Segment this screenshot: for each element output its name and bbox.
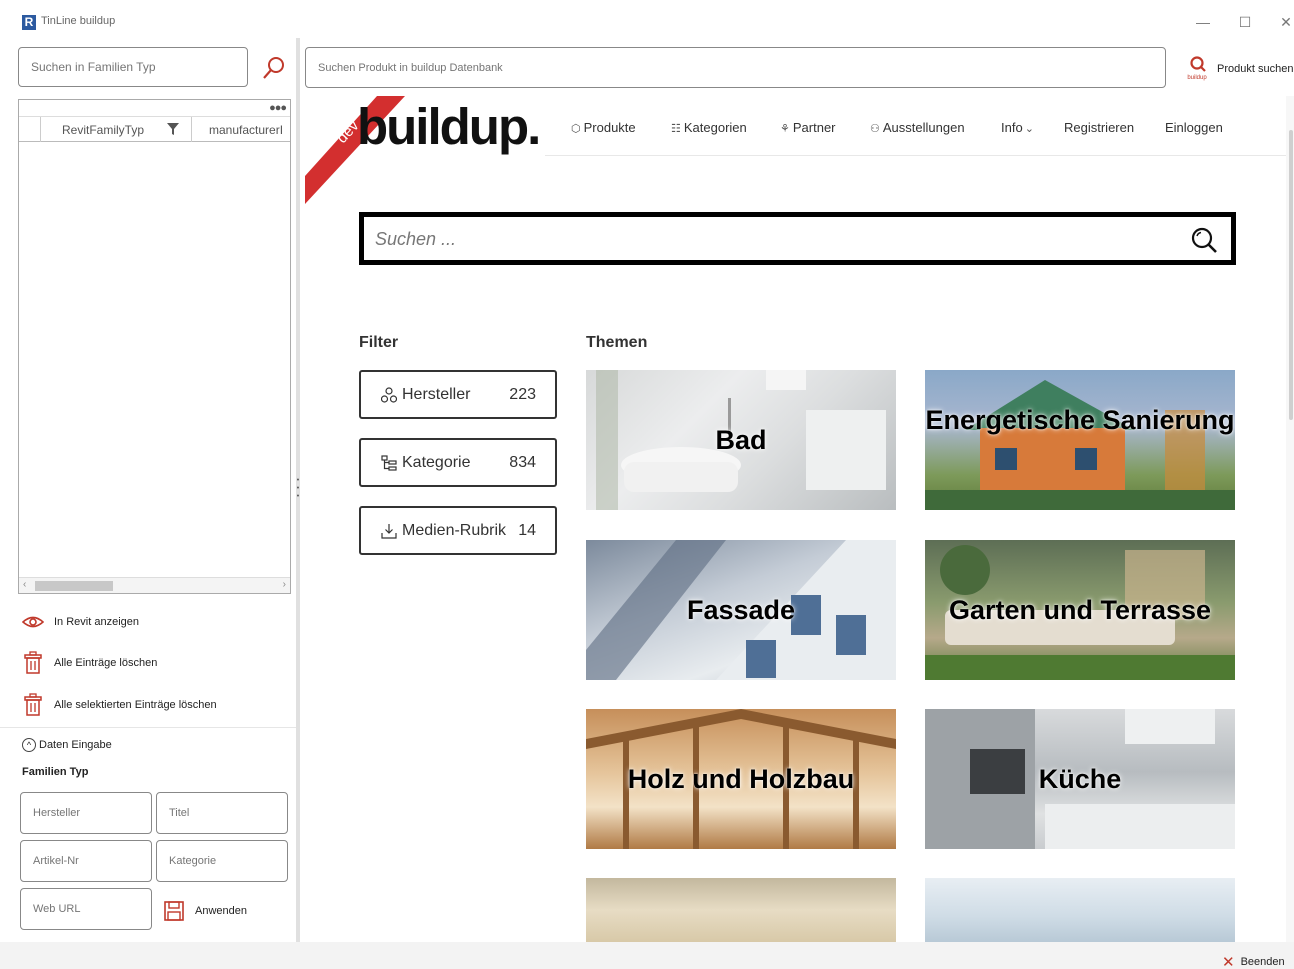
splitter-grip-icon[interactable]: • • • — [296, 477, 300, 501]
filter-heading: Filter — [359, 334, 399, 351]
bottom-bar: ✕ Beenden — [0, 942, 1294, 969]
beenden-label: Beenden — [1240, 955, 1285, 968]
scroll-left-icon[interactable]: ‹ — [23, 579, 26, 590]
theme-tile-fassade[interactable]: Fassade — [586, 540, 896, 680]
partner-icon: ⚘ — [780, 123, 790, 135]
chevron-up-icon: ^ — [22, 738, 36, 752]
theme-label-bad: Bad — [715, 425, 767, 455]
theme-label-garten-und-terrasse: Garten und Terrasse — [948, 595, 1212, 625]
buildup-search-icon: buildup — [1184, 55, 1210, 81]
product-search-label: Produkt suchen — [1217, 63, 1294, 75]
minimize-icon[interactable]: — — [1191, 10, 1215, 34]
titel-field[interactable] — [156, 792, 288, 834]
column-divider — [191, 117, 192, 142]
partner-icon — [380, 387, 398, 403]
show-in-revit-label: In Revit anzeigen — [54, 616, 139, 628]
save-icon — [164, 901, 184, 921]
web-url-field[interactable] — [20, 888, 152, 930]
medien-rubrik-count: 14 — [518, 522, 536, 539]
theme-tile-energetische-sanierung[interactable]: Energetische Sanierung — [925, 370, 1235, 510]
revit-app-icon: R — [22, 15, 36, 30]
theme-label-kueche: Küche — [1038, 764, 1122, 794]
filter-kategorie-button[interactable]: Kategorie 834 — [359, 438, 557, 487]
theme-tile-bad[interactable]: Bad — [586, 370, 896, 510]
title-bar: R TinLine buildup — ☐ ✕ — [0, 0, 1294, 44]
app-window: R TinLine buildup — ☐ ✕ ●●● RevitFamilyT… — [0, 0, 1294, 969]
nav-info[interactable]: Info ⌄ — [1001, 120, 1037, 135]
window-title: TinLine buildup — [41, 15, 116, 27]
family-type-grid[interactable]: ●●● RevitFamilyTyp manufacturerI ‹ › — [18, 99, 291, 594]
nav-einloggen[interactable]: Einloggen — [1165, 120, 1223, 135]
left-panel: ●●● RevitFamilyTyp manufacturerI ‹ › In … — [0, 44, 298, 942]
theme-tile-garten-und-terrasse[interactable]: Garten und Terrasse — [925, 540, 1235, 680]
delete-all-entries-label: Alle Einträge löschen — [54, 657, 158, 669]
grid-menu-icon[interactable]: ●●● — [269, 102, 287, 114]
magnifier-icon[interactable] — [1190, 226, 1218, 254]
themen-heading: Themen — [586, 334, 648, 351]
familien-typ-heading: Familien Typ — [22, 766, 89, 778]
theme-label-holz-und-holzbau: Holz und Holzbau — [627, 764, 855, 794]
web-vertical-scrollbar[interactable] — [1286, 96, 1294, 942]
cube-icon: ⬡ — [571, 123, 581, 135]
close-icon[interactable]: ✕ — [1274, 10, 1294, 34]
nav-registrieren[interactable]: Registrieren — [1064, 120, 1134, 135]
daten-eingabe-label: Daten Eingabe — [39, 738, 112, 751]
scrollbar-thumb[interactable] — [35, 581, 113, 591]
kategorie-count: 834 — [509, 454, 536, 471]
column-header-revitfamilytyp[interactable]: RevitFamilyTyp — [62, 123, 144, 137]
chevron-down-icon: ⌄ — [1024, 123, 1034, 135]
filter-medien-rubrik-button[interactable]: Medien-Rubrik 14 — [359, 506, 557, 555]
grid-header: RevitFamilyTyp manufacturerI — [19, 116, 290, 142]
grid-select-column[interactable] — [19, 117, 41, 142]
theme-tile-kueche[interactable]: Küche — [925, 709, 1235, 849]
nav-divider — [545, 155, 1294, 156]
category-icon — [381, 455, 397, 471]
apply-label: Anwenden — [195, 905, 247, 917]
scroll-right-icon[interactable]: › — [283, 579, 286, 590]
daten-eingabe-toggle[interactable]: ^ Daten Eingabe — [22, 738, 112, 752]
artikel-nr-field[interactable] — [20, 840, 152, 882]
filter-icon[interactable] — [167, 123, 179, 135]
horizontal-scrollbar[interactable]: ‹ › — [19, 577, 290, 593]
eye-icon — [21, 610, 45, 634]
nav-ausstellungen[interactable]: ⚇ Ausstellungen — [870, 120, 965, 135]
nav-produkte[interactable]: ⬡ Produkte — [571, 120, 636, 135]
filter-hersteller-button[interactable]: Hersteller 223 — [359, 370, 557, 419]
theme-tile-holz-und-holzbau[interactable]: Holz und Holzbau — [586, 709, 896, 849]
theme-tile-partial-2[interactable] — [925, 878, 1235, 942]
beenden-button[interactable]: ✕ Beenden — [1222, 953, 1285, 969]
section-divider — [0, 727, 296, 728]
web-scrollbar-thumb[interactable] — [1289, 130, 1293, 420]
kategorie-field[interactable] — [156, 840, 288, 882]
product-search-button[interactable]: buildup Produkt suchen — [1184, 55, 1294, 83]
exhibition-icon: ⚇ — [870, 123, 880, 135]
theme-tile-partial-1[interactable] — [586, 878, 896, 942]
trash-icon — [22, 651, 44, 675]
trash-icon — [22, 693, 44, 717]
download-icon — [381, 523, 397, 539]
delete-selected-entries-label: Alle selektierten Einträge löschen — [54, 699, 217, 711]
svg-text:buildup: buildup — [1187, 75, 1207, 81]
maximize-icon[interactable]: ☐ — [1233, 10, 1257, 34]
theme-label-energetische-sanierung: Energetische Sanierung — [925, 405, 1235, 435]
column-header-manufacturer[interactable]: manufacturerI — [209, 123, 291, 137]
web-search-box[interactable]: Suchen ... — [359, 212, 1236, 265]
product-database-search-input[interactable] — [305, 47, 1166, 88]
hersteller-count: 223 — [509, 386, 536, 403]
buildup-logo[interactable]: buildup. — [357, 97, 541, 156]
buildup-web-view: dev buildup. ⬡ Produkte ☷ Kategorien ⚘ Part… — [305, 96, 1294, 942]
close-icon: ✕ — [1222, 954, 1235, 969]
search-icon[interactable] — [262, 56, 286, 80]
theme-label-fassade: Fassade — [686, 595, 796, 625]
nav-kategorien[interactable]: ☷ Kategorien — [671, 120, 747, 135]
hersteller-field[interactable] — [20, 792, 152, 834]
web-search-placeholder: Suchen ... — [375, 229, 457, 249]
nav-partner[interactable]: ⚘ Partner — [780, 120, 836, 135]
family-type-search-input[interactable] — [18, 47, 248, 87]
category-icon: ☷ — [671, 123, 681, 135]
